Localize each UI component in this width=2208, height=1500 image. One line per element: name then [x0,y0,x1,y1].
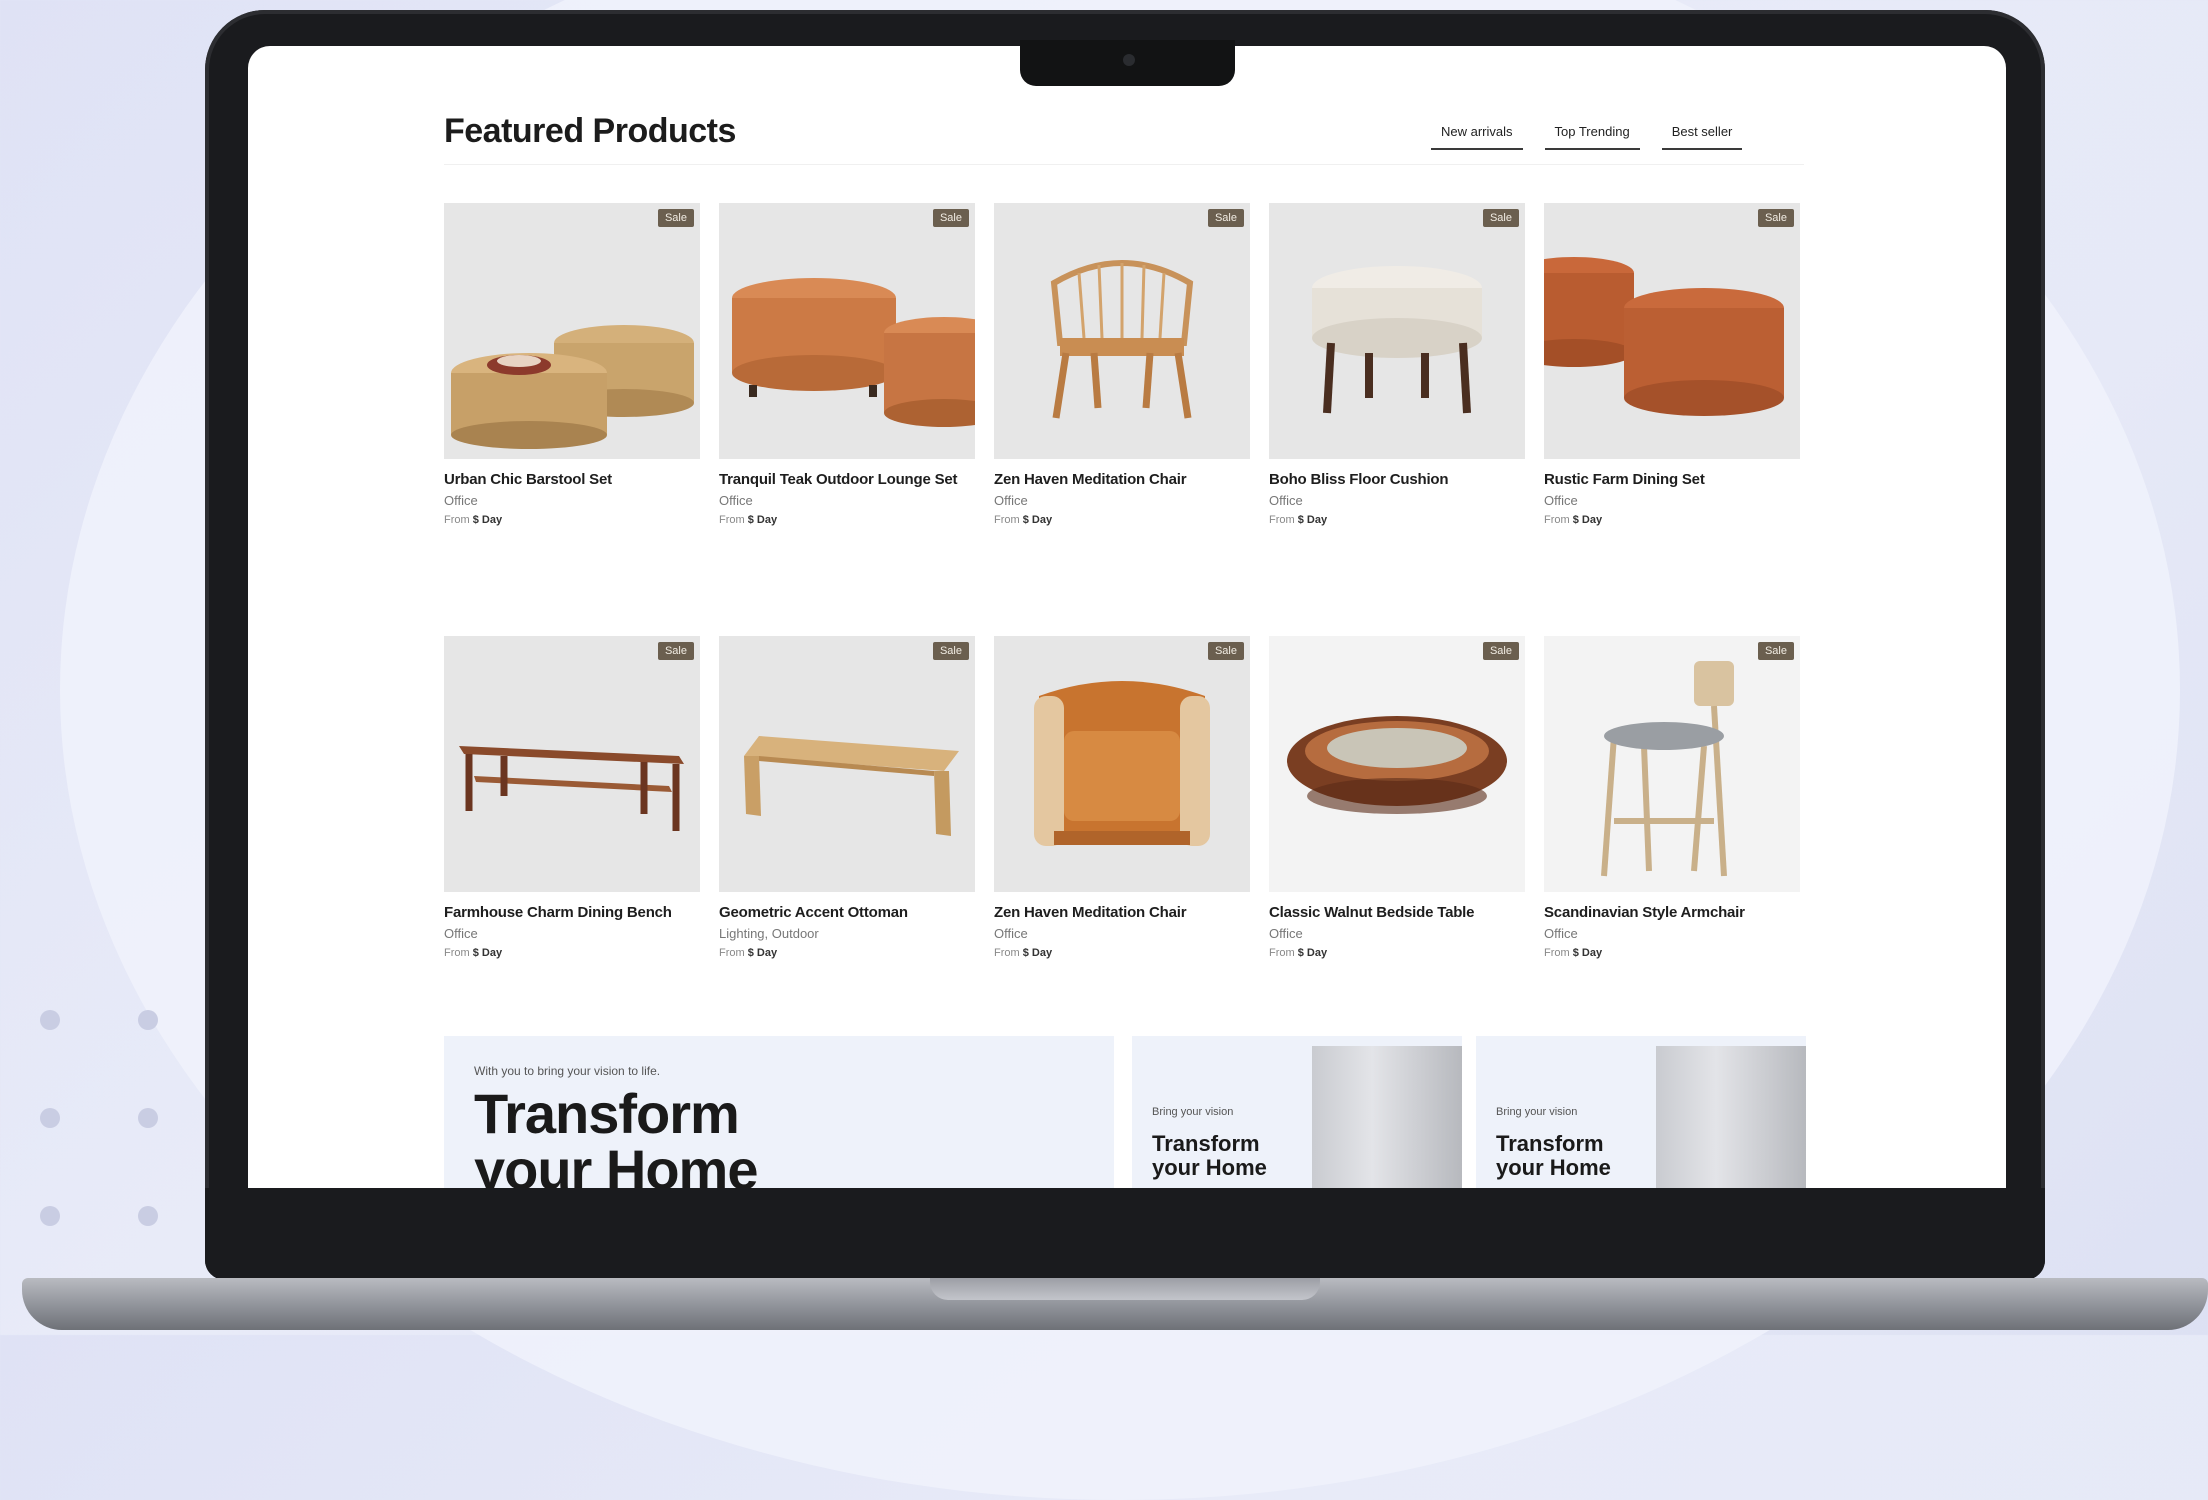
divider [444,164,1804,165]
refrigerator-image [1312,1046,1462,1188]
pouf-pair-illustration [732,278,975,427]
product-category: Office [719,493,753,508]
rattan-chair-illustration [1050,260,1194,419]
product-category: Office [1544,493,1578,508]
product-name[interactable]: Boho Bliss Floor Cushion [1269,471,1525,488]
banner-tagline: Bring your vision [1496,1106,1578,1118]
product-card[interactable]: Sale Scandinavian Style Armchair Office … [1544,636,1800,959]
product-image[interactable]: Sale [719,203,975,459]
promo-banner-main[interactable]: With you to bring your vision to life. T… [444,1036,1114,1188]
promo-banner-small[interactable]: Bring your vision Transform your Home [1476,1036,1806,1188]
product-image[interactable]: Sale [719,636,975,892]
sale-badge: Sale [932,209,969,227]
sale-badge: Sale [1482,642,1519,660]
page-title: Featured Products [444,112,736,150]
promo-banner-small[interactable]: Bring your vision Transform your Home [1132,1036,1462,1188]
sale-badge: Sale [657,642,694,660]
product-price: From $ Day [1544,514,1603,526]
product-category: Office [1269,493,1303,508]
rust-pouf-illustration [1544,257,1784,416]
tab-top-trending[interactable]: Top Trending [1544,118,1640,150]
product-card[interactable]: Sale Tranquil Teak Outdoor Lounge Set Of… [719,203,975,526]
product-image[interactable]: Sale [444,636,700,892]
leather-armchair-illustration [1034,681,1210,846]
product-category: Lighting, Outdoor [719,926,819,941]
product-price: From $ Day [994,947,1053,959]
laptop-screen: Featured Products New arrivals Top Trend… [248,46,2006,1188]
bar-stool-illustration [1601,661,1734,877]
product-price: From $ Day [1269,514,1328,526]
wicker-ottoman-illustration [451,325,694,449]
product-grid: Sale Urban Chic Barstool Set Office From… [444,203,1808,959]
laptop-bezel-bottom [205,1188,2045,1280]
white-ottoman-illustration [1312,266,1482,414]
sale-badge: Sale [1757,209,1794,227]
camera-icon [1123,54,1135,66]
oak-bench-illustration [744,736,959,836]
product-card[interactable]: Sale Boho Bliss Floor Cushion Office Fro… [1269,203,1525,526]
product-price: From $ Day [444,947,503,959]
product-price: From $ Day [994,514,1053,526]
product-category: Office [444,493,478,508]
product-price: From $ Day [1269,947,1328,959]
product-name[interactable]: Rustic Farm Dining Set [1544,471,1800,488]
product-card[interactable]: Sale Zen Haven Meditation Chair Office F… [994,203,1250,526]
product-name[interactable]: Zen Haven Meditation Chair [994,471,1250,488]
banner-heading: Transform your Home [474,1082,758,1189]
tab-new-arrivals[interactable]: New arrivals [1431,118,1523,150]
product-price: From $ Day [1544,947,1603,959]
product-image[interactable]: Sale [1269,203,1525,459]
product-card[interactable]: Sale Urban Chic Barstool Set Office From… [444,203,700,526]
product-name[interactable]: Farmhouse Charm Dining Bench [444,904,700,921]
product-category: Office [1544,926,1578,941]
banner-heading: Transform your Home [1496,1131,1611,1180]
product-card[interactable]: Sale Zen Haven Meditation Chair Office F… [994,636,1250,959]
product-image[interactable]: Sale [1269,636,1525,892]
wood-bench-illustration [459,746,684,831]
product-category: Office [1269,926,1303,941]
banner-tagline: Bring your vision [1152,1106,1234,1118]
product-image[interactable]: Sale [444,203,700,459]
product-image[interactable]: Sale [994,203,1250,459]
product-name[interactable]: Urban Chic Barstool Set [444,471,700,488]
sale-badge: Sale [657,209,694,227]
product-card[interactable]: Sale Farmhouse Charm Dining Bench Office… [444,636,700,959]
banner-heading: Transform your Home [1152,1131,1267,1180]
banner-tagline: With you to bring your vision to life. [474,1064,661,1078]
product-card[interactable]: Sale Classic Walnut Bedside Table Office… [1269,636,1525,959]
tab-best-seller[interactable]: Best seller [1661,118,1743,150]
product-image[interactable]: Sale [1544,636,1800,892]
product-name[interactable]: Scandinavian Style Armchair [1544,904,1800,921]
sale-badge: Sale [1207,642,1244,660]
sale-badge: Sale [1757,642,1794,660]
product-image[interactable]: Sale [1544,203,1800,459]
copper-bowl-table-illustration [1287,716,1507,814]
product-card[interactable]: Sale Rustic Farm Dining Set Office From … [1544,203,1800,526]
refrigerator-image [1656,1046,1806,1188]
product-price: From $ Day [719,514,778,526]
product-category: Office [994,493,1028,508]
product-name[interactable]: Tranquil Teak Outdoor Lounge Set [719,471,975,488]
filter-tabs: New arrivals Top Trending Best seller [1431,118,1743,150]
laptop-hinge [930,1278,1320,1300]
product-category: Office [444,926,478,941]
product-image[interactable]: Sale [994,636,1250,892]
product-card[interactable]: Sale Geometric Accent Ottoman Lighting, … [719,636,975,959]
product-name[interactable]: Classic Walnut Bedside Table [1269,904,1525,921]
sale-badge: Sale [1207,209,1244,227]
product-name[interactable]: Zen Haven Meditation Chair [994,904,1250,921]
product-name[interactable]: Geometric Accent Ottoman [719,904,975,921]
sale-badge: Sale [1482,209,1519,227]
sale-badge: Sale [932,642,969,660]
product-category: Office [994,926,1028,941]
product-price: From $ Day [719,947,778,959]
product-price: From $ Day [444,514,503,526]
